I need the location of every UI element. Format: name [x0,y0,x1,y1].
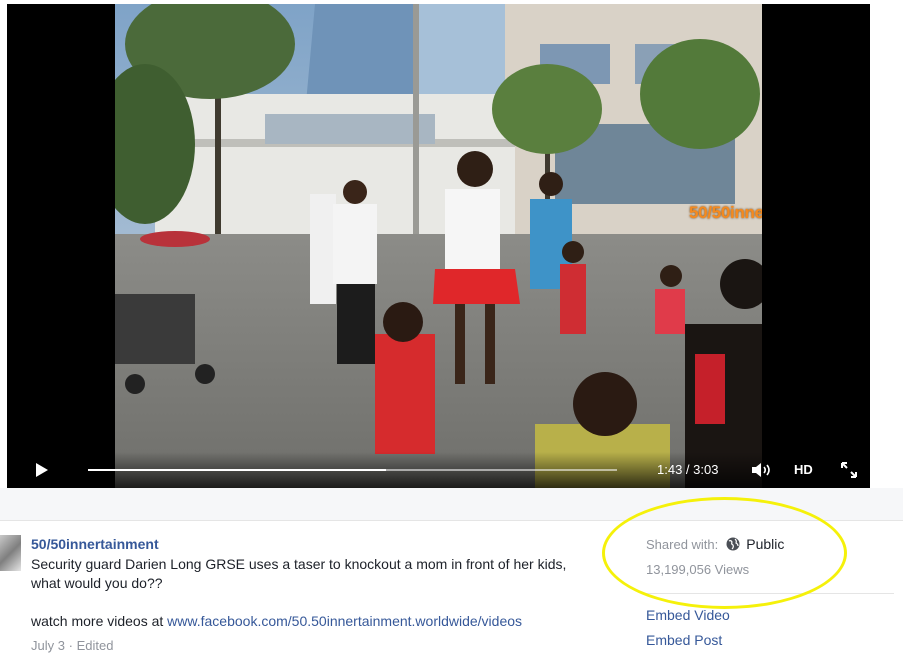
fullscreen-icon[interactable] [841,462,857,478]
avatar[interactable] [0,535,21,571]
videos-link[interactable]: www.facebook.com/50.50innertainment.worl… [167,613,522,629]
video-watermark: 50/50innertainment [689,203,762,222]
video-controls: 1:43 / 3:03 HD [7,452,870,488]
view-count: 13,199,056 Views [646,562,750,577]
embed-post-link[interactable]: Embed Post [646,632,722,648]
time-display: 1:43 / 3:03 [657,462,719,477]
post-more-line: watch more videos at www.facebook.com/50… [31,613,522,629]
embed-video-link[interactable]: Embed Video [646,607,730,623]
play-icon[interactable] [35,463,49,477]
globe-icon [726,537,740,551]
volume-icon[interactable] [751,462,773,478]
seek-bar[interactable] [88,469,617,471]
shared-with-label: Shared with: [646,537,719,552]
privacy-value[interactable]: Public [746,536,784,552]
meta-separator: · [68,638,73,653]
video-bottom-band [0,488,903,520]
hd-toggle[interactable]: HD [794,462,813,477]
post-meta: July 3 · Edited [31,638,113,653]
shared-with-row: Shared with: Public [646,536,784,552]
seek-bar-played [88,469,386,471]
video-frame[interactable]: 50/50innertainment [115,4,762,488]
post-text: Security guard Darien Long GRSE uses a t… [31,556,567,591]
more-prefix: watch more videos at [31,613,168,629]
video-scene [115,4,762,488]
section-divider [0,520,903,521]
page-name-link[interactable]: 50/50innertainment [31,536,159,552]
video-player[interactable]: 50/50innertainment 1:43 / 3:03 HD [7,4,870,488]
edited-label[interactable]: Edited [77,638,114,653]
post-date[interactable]: July 3 [31,638,65,653]
sidebar-divider [646,593,894,594]
